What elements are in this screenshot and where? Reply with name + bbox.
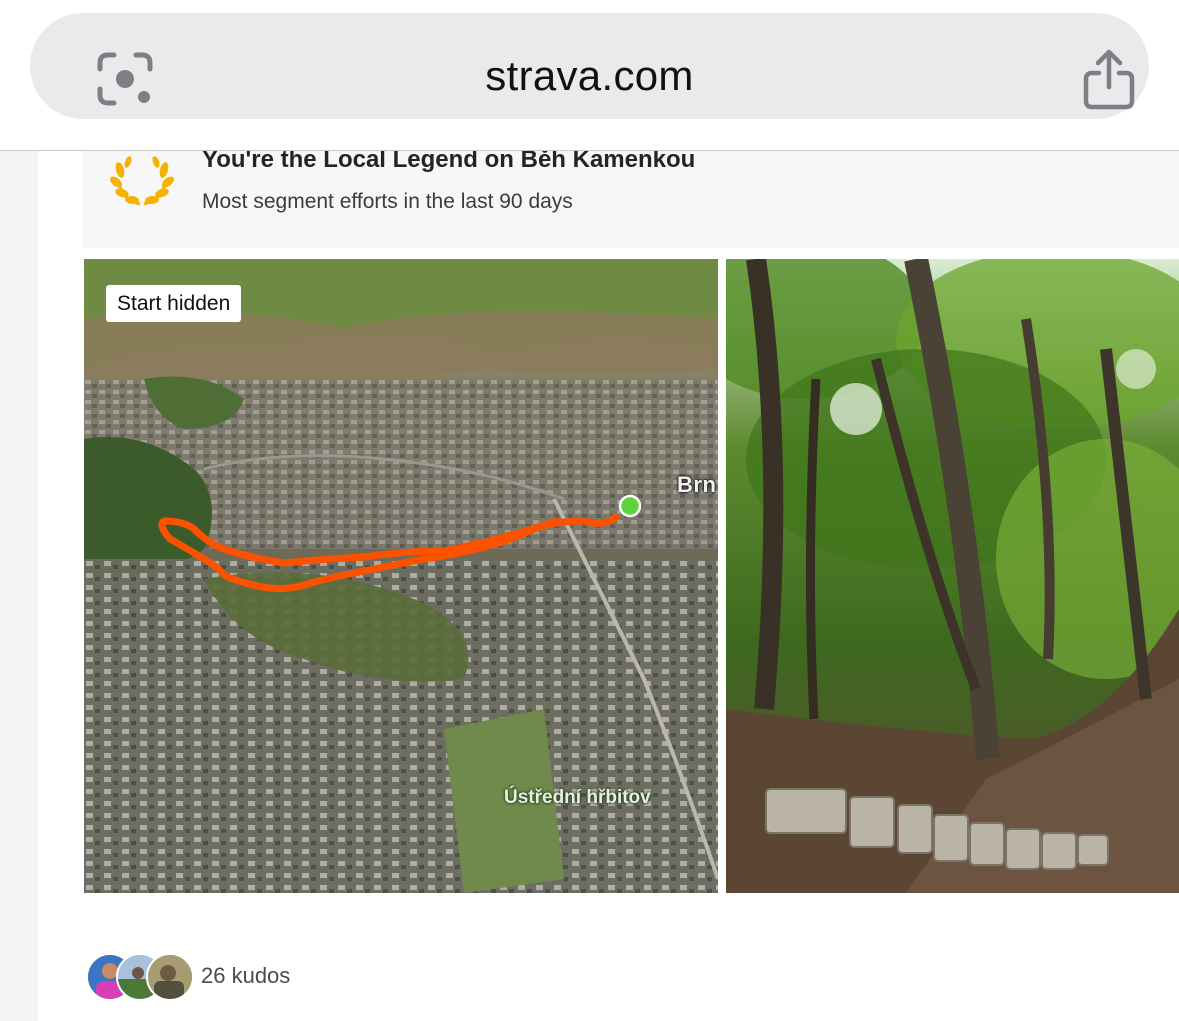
page-gutter: [0, 150, 38, 1021]
local-legend-subtitle: Most segment efforts in the last 90 days: [202, 190, 573, 213]
start-hidden-badge: Start hidden: [106, 285, 242, 322]
map-label-cemetery: Ústřední hřbitov: [504, 787, 651, 808]
laurel-wreath-icon: [110, 156, 174, 206]
kudos-avatars[interactable]: [86, 953, 194, 1001]
avatar[interactable]: [146, 953, 194, 1001]
map-label-city: Brn: [677, 472, 717, 497]
browser-toolbar: strava.com: [0, 0, 1179, 151]
activity-photo[interactable]: [726, 259, 1179, 893]
address-bar[interactable]: strava.com: [30, 13, 1149, 119]
kudos-count[interactable]: 26 kudos: [201, 962, 290, 990]
share-icon[interactable]: [1082, 49, 1136, 111]
url-text[interactable]: strava.com: [30, 51, 1149, 101]
